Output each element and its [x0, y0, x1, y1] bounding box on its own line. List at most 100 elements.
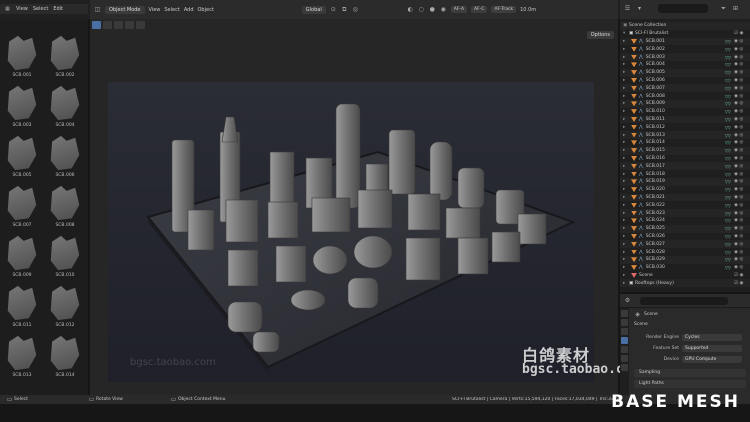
expand-arrow-icon[interactable]: ▸: [623, 211, 629, 216]
expand-arrow-icon[interactable]: ▸: [623, 195, 629, 200]
visibility-icons[interactable]: ◉ ◎: [734, 242, 750, 247]
visibility-icons[interactable]: ◉ ◎: [734, 140, 750, 145]
expand-arrow-icon[interactable]: ▸: [623, 164, 629, 169]
sampling-section[interactable]: Sampling: [634, 369, 746, 377]
visibility-icons[interactable]: ◉ ◎: [734, 78, 750, 83]
tab-collection[interactable]: [621, 355, 628, 362]
outliner-object-row[interactable]: ▸ ⋀ SCB.016 ▽▽ ◉ ◎: [620, 155, 750, 163]
visibility-icons[interactable]: ◉ ◎: [734, 211, 750, 216]
editor-type-icon[interactable]: ◫: [94, 6, 101, 13]
expand-arrow-icon[interactable]: ▸: [623, 39, 629, 44]
visibility-icons[interactable]: ◉ ◎: [734, 234, 750, 239]
properties-search-input[interactable]: [640, 297, 728, 305]
af-c-chip[interactable]: AF-C: [471, 6, 488, 13]
outliner-object-row[interactable]: ▸ ⋀ SCB.011 ▽▽ ◉ ◎: [620, 115, 750, 124]
tab-render[interactable]: [621, 319, 628, 326]
rooftops-row[interactable]: ▸ ▣ Rooftops (Heavy) ☑ ◉: [620, 279, 750, 288]
outliner-object-row[interactable]: ▸ ⋀ SCB.010 ▽▽ ◉ ◎: [620, 108, 750, 116]
proportional-edit-icon[interactable]: ◎: [352, 6, 359, 13]
visibility-icons[interactable]: ◉ ◎: [734, 164, 750, 169]
visibility-icons[interactable]: ◉ ◎: [734, 195, 750, 200]
3d-viewport[interactable]: Options bgsc.taobao.com 白鸽素材 bgsc.taobao…: [90, 19, 639, 395]
outliner-object-row[interactable]: ▸ ⋀ SCB.025 ▽▽ ◉ ◎: [620, 224, 750, 233]
expand-arrow-icon[interactable]: ▸: [623, 265, 629, 270]
expand-arrow-icon[interactable]: ▸: [623, 226, 629, 231]
visibility-icons[interactable]: ◉ ◎: [734, 257, 750, 262]
visibility-icons[interactable]: ◉ ◎: [734, 62, 750, 67]
mode-dropdown[interactable]: Object Mode: [105, 5, 145, 14]
visibility-icons[interactable]: ◉ ◎: [734, 133, 750, 138]
visibility-icons[interactable]: ◉ ◎: [734, 86, 750, 91]
visibility-icons[interactable]: ◉ ◎: [734, 70, 750, 75]
asset-tile[interactable]: SCB.014: [45, 331, 85, 378]
visibility-icons[interactable]: ☑ ◉: [734, 281, 750, 286]
expand-arrow-icon[interactable]: ▸: [623, 78, 629, 83]
expand-arrow-icon[interactable]: ▸: [623, 218, 629, 223]
expand-arrow-icon[interactable]: ▸: [623, 257, 629, 262]
expand-arrow-icon[interactable]: ▸: [623, 133, 629, 138]
tab-tool[interactable]: [621, 310, 628, 317]
outliner-object-row[interactable]: ▸ ⋀ SCB.019 ▽▽ ◉ ◎: [620, 177, 750, 186]
menu-edit[interactable]: Edit: [53, 6, 63, 12]
device-dropdown[interactable]: GPU Compute: [682, 356, 742, 363]
expand-arrow-icon[interactable]: ▸: [623, 148, 629, 153]
outliner-object-row[interactable]: ▸ ⋀ SCB.018 ▽▽ ◉ ◎: [620, 170, 750, 178]
outliner-object-row[interactable]: ▸ ⋀ SCB.028 ▽▽ ◉ ◎: [620, 248, 750, 256]
expand-arrow-icon[interactable]: ▸: [623, 242, 629, 247]
visibility-icons[interactable]: ◉ ◎: [734, 125, 750, 130]
select-new-button[interactable]: [103, 21, 112, 29]
menu-select[interactable]: Select: [33, 6, 48, 12]
af-a-chip[interactable]: AF-A: [450, 6, 468, 13]
asset-tile[interactable]: SCB.012: [45, 281, 85, 328]
menu-view[interactable]: View: [16, 6, 28, 12]
outliner-search-input[interactable]: [658, 4, 708, 13]
display-mode-icon[interactable]: ▾: [636, 5, 643, 12]
expand-arrow-icon[interactable]: ▸: [623, 156, 629, 161]
options-dropdown[interactable]: Options: [586, 31, 614, 39]
outliner-object-row[interactable]: ▸ ⋀ SCB.022 ▽▽ ◉ ◎: [620, 201, 750, 209]
visibility-icons[interactable]: ◉ ◎: [734, 156, 750, 161]
select-subtract-button[interactable]: [125, 21, 134, 29]
shading-wire-icon[interactable]: ○: [418, 6, 425, 13]
light-paths-section[interactable]: Light Paths: [634, 380, 746, 388]
tab-object[interactable]: [621, 364, 628, 371]
outliner-object-row[interactable]: ▸ ⋀ SCB.013 ▽▽ ◉ ◎: [620, 131, 750, 139]
shading-render-icon[interactable]: ◉: [440, 6, 447, 13]
visibility-icons[interactable]: ◉ ◎: [734, 109, 750, 114]
menu-select[interactable]: Select: [164, 7, 179, 13]
asset-tile[interactable]: SCB.013: [2, 331, 42, 378]
outliner-object-row[interactable]: ▸ ⋀ SCB.029 ▽▽ ◉ ◎: [620, 255, 750, 264]
expand-arrow-icon[interactable]: ▸: [623, 203, 629, 208]
asset-tile[interactable]: SCB.005: [2, 131, 42, 178]
tab-world[interactable]: [621, 346, 628, 353]
editor-type-icon[interactable]: ☰: [624, 5, 631, 12]
select-extend-button[interactable]: [114, 21, 123, 29]
visibility-icons[interactable]: ◉ ◎: [734, 148, 750, 153]
expand-arrow-icon[interactable]: ▸: [623, 101, 629, 106]
outliner-object-row[interactable]: ▸ ⋀ SCB.006 ▽▽ ◉ ◎: [620, 77, 750, 85]
outliner-object-row[interactable]: ▸ ⋀ SCB.014 ▽▽ ◉ ◎: [620, 139, 750, 147]
editor-type-icon[interactable]: ⚙: [624, 297, 631, 304]
outliner-object-row[interactable]: ▸ ⋀ SCB.003 ▽▽ ◉ ◎: [620, 53, 750, 61]
expand-arrow-icon[interactable]: ▸: [623, 47, 629, 52]
outliner-object-row[interactable]: ▸ ⋀ SCB.020 ▽▽ ◉ ◎: [620, 186, 750, 194]
expand-arrow-icon[interactable]: ▸: [623, 70, 629, 75]
expand-arrow-icon[interactable]: ▸: [623, 62, 629, 67]
shading-solid-icon[interactable]: ●: [429, 6, 436, 13]
asset-tile[interactable]: SCB.002: [45, 31, 85, 78]
outliner-object-row[interactable]: ▸ ⋀ SCB.023 ▽▽ ◉ ◎: [620, 209, 750, 217]
expand-arrow-icon[interactable]: ▸: [623, 187, 629, 192]
visibility-icons[interactable]: ◉ ◎: [734, 218, 750, 223]
asset-tile[interactable]: SCB.011: [2, 281, 42, 328]
menu-view[interactable]: View: [149, 7, 161, 13]
snap-icon[interactable]: ⧉: [341, 6, 348, 13]
expand-arrow-icon[interactable]: ▸: [623, 55, 629, 60]
expand-arrow-icon[interactable]: ▸: [623, 109, 629, 114]
outliner-object-row[interactable]: ▸ ⋀ SCB.004 ▽▽ ◉ ◎: [620, 61, 750, 69]
tab-scene[interactable]: [621, 337, 628, 344]
expand-arrow-icon[interactable]: ▸: [623, 94, 629, 99]
outliner-object-row[interactable]: ▸ ⋀ SCB.030 ▽▽ ◉ ◎: [620, 264, 750, 272]
asset-tile[interactable]: SCB.007: [2, 181, 42, 228]
expand-arrow-icon[interactable]: ▸: [623, 179, 629, 184]
visibility-icons[interactable]: ◉ ◎: [734, 250, 750, 255]
